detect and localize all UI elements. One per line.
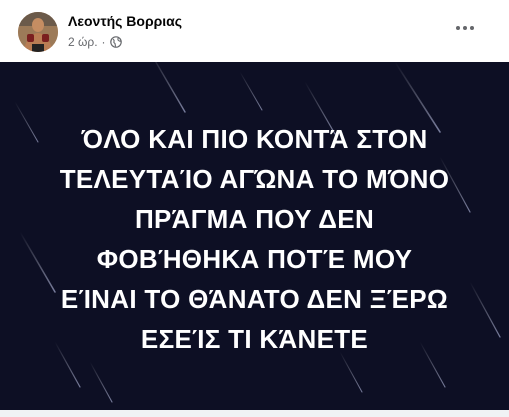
image-text-line: ΦΟΒΉΘΗΚΑ ΠΟΤΈ ΜΟΥ <box>96 244 413 274</box>
image-text-line: ΤΕΛΕΥΤΑΊΟ ΑΓΏΝΑ ΤΟ ΜΌΝΟ <box>59 164 450 194</box>
image-text-line: ΌΛΟ ΚΑΙ ΠΙΟ ΚΟΝΤΆ ΣΤΟΝ <box>81 124 428 154</box>
image-text-line: ΕΣΕΊΣ ΤΙ ΚΆΝΕΤΕ <box>140 324 369 354</box>
post-timestamp[interactable]: 2 ώρ. <box>68 35 98 49</box>
post-meta: 2 ώρ. · <box>68 35 122 49</box>
globe-icon[interactable] <box>109 36 122 48</box>
facebook-post: Λεοντής Βορριας 2 ώρ. · ΌΛΟ ΚΑΙ ΠΙΟ ΚΟΝΤ… <box>0 0 509 417</box>
author-name[interactable]: Λεοντής Βορριας <box>68 13 182 29</box>
avatar-photo <box>18 12 58 52</box>
post-image[interactable]: ΌΛΟ ΚΑΙ ΠΙΟ ΚΟΝΤΆ ΣΤΟΝ ΤΕΛΕΥΤΑΊΟ ΑΓΏΝΑ Τ… <box>0 62 509 410</box>
image-text-line: ΕΊΝΑΙ ΤΟ ΘΆΝΑΤΟ ΔΕΝ ΞΈΡΩ <box>60 284 449 314</box>
feed-divider <box>0 410 509 417</box>
author-avatar[interactable] <box>18 12 58 52</box>
post-image-text: ΌΛΟ ΚΑΙ ΠΙΟ ΚΟΝΤΆ ΣΤΟΝ ΤΕΛΕΥΤΑΊΟ ΑΓΏΝΑ Τ… <box>0 62 509 410</box>
post-header: Λεοντής Βορριας 2 ώρ. · <box>0 0 509 62</box>
image-text-line: ΠΡΆΓΜΑ ΠΟΥ ΔΕΝ <box>134 204 375 234</box>
meta-separator: · <box>101 35 106 49</box>
more-options-icon[interactable] <box>450 16 480 40</box>
